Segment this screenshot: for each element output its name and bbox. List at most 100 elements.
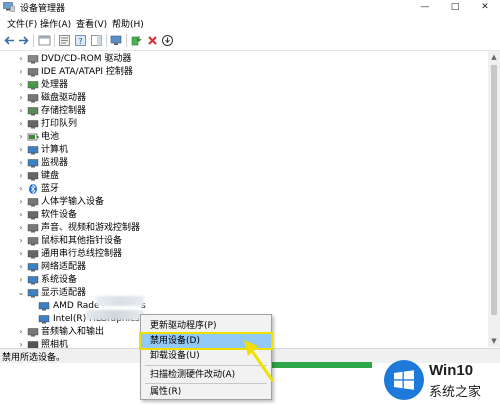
back-arrow-icon[interactable] xyxy=(3,34,16,47)
properties-icon[interactable] xyxy=(58,34,71,47)
device-label: 音频输入和输出 xyxy=(41,327,105,337)
device-label: IDE ATA/ATAPI 控制器 xyxy=(41,67,133,77)
tree-item-category[interactable]: › 软件设备 xyxy=(0,209,488,222)
chevron-right-icon[interactable]: › xyxy=(17,158,25,168)
tree-item-category[interactable]: › 电池 xyxy=(0,131,488,144)
chevron-right-icon[interactable]: › xyxy=(17,249,25,259)
tree-item-category[interactable]: › DVD/CD-ROM 驱动器 xyxy=(0,53,488,66)
chevron-right-icon[interactable]: › xyxy=(17,184,25,194)
maximize-button[interactable]: □ xyxy=(440,0,470,15)
processor-icon xyxy=(27,81,39,90)
tree-item-category[interactable]: › 鼠标和其他指针设备 xyxy=(0,235,488,248)
menu-action[interactable]: 操作(A) xyxy=(40,17,71,30)
device-label: 网络适配器 xyxy=(41,262,87,272)
computer-icon xyxy=(27,146,39,155)
device-label: 蓝牙 xyxy=(41,184,60,194)
tree-item-category[interactable]: › 处理器 xyxy=(0,79,488,92)
device-label: 处理器 xyxy=(41,80,69,90)
usb-icon xyxy=(27,250,39,259)
gpu-icon xyxy=(38,315,50,324)
chevron-right-icon[interactable]: › xyxy=(17,119,25,129)
ctx-properties[interactable]: 属性(R) xyxy=(141,385,271,399)
update-driver-icon[interactable] xyxy=(130,34,143,47)
vertical-scrollbar[interactable]: ▲ ▼ xyxy=(488,51,500,347)
scroll-down-icon[interactable]: ▼ xyxy=(488,335,500,347)
annotation-arrow-icon xyxy=(244,340,274,382)
minimize-button[interactable]: — xyxy=(410,0,440,15)
chevron-right-icon[interactable]: › xyxy=(17,275,25,285)
chevron-right-icon[interactable]: › xyxy=(17,171,25,181)
tree-item-category[interactable]: › 蓝牙 xyxy=(0,183,488,196)
tree-item-category[interactable]: › 通用串行总线控制器 xyxy=(0,248,488,261)
device-manager-icon xyxy=(3,2,15,12)
windows-logo-icon xyxy=(384,360,424,400)
chevron-right-icon[interactable]: › xyxy=(17,93,25,103)
network-adapter-icon xyxy=(27,263,39,272)
ide-controller-icon xyxy=(27,68,39,77)
chevron-right-icon[interactable]: › xyxy=(17,197,25,207)
enable-device-icon[interactable] xyxy=(161,34,174,47)
tree-item-category[interactable]: › 网络适配器 xyxy=(0,261,488,274)
show-hide-tree-icon[interactable] xyxy=(38,34,51,47)
tree-item-category[interactable]: › 存储控制器 xyxy=(0,105,488,118)
monitor-icon xyxy=(27,159,39,168)
uninstall-icon[interactable] xyxy=(146,34,159,47)
scroll-thumb[interactable] xyxy=(491,65,497,315)
device-label: DVD/CD-ROM 驱动器 xyxy=(41,54,132,64)
menu-help[interactable]: 帮助(H) xyxy=(112,17,144,30)
watermark-title: Win10 xyxy=(429,362,474,379)
watermark: Win10 系统之家 xyxy=(383,359,500,405)
chevron-right-icon[interactable]: › xyxy=(17,54,25,64)
chevron-right-icon[interactable]: › xyxy=(17,223,25,233)
toolbar: ? xyxy=(0,31,500,51)
close-button[interactable]: ✕ xyxy=(470,0,500,15)
tree-item-category[interactable]: › 人体学输入设备 xyxy=(0,196,488,209)
tree-item-category[interactable]: › 键盘 xyxy=(0,170,488,183)
software-device-icon xyxy=(27,211,39,220)
display-adapter-icon xyxy=(27,289,39,298)
tree-item-category[interactable]: › 声音、视频和游戏控制器 xyxy=(0,222,488,235)
forward-arrow-icon[interactable] xyxy=(17,34,30,47)
toolbar-separator xyxy=(106,34,107,47)
mouse-icon xyxy=(27,237,39,246)
device-label: 计算机 xyxy=(41,145,69,155)
tree-item-category[interactable]: › 系统设备 xyxy=(0,274,488,287)
title-bar: 设备管理器 — □ ✕ xyxy=(0,0,500,15)
menu-file[interactable]: 文件(F) xyxy=(7,17,37,30)
device-label: 键盘 xyxy=(41,171,60,181)
toolbar-separator xyxy=(126,34,127,47)
chevron-right-icon[interactable]: › xyxy=(17,80,25,90)
tree-item-category[interactable]: › IDE ATA/ATAPI 控制器 xyxy=(0,66,488,79)
chevron-down-icon[interactable]: ⌄ xyxy=(17,288,25,298)
chevron-right-icon[interactable]: › xyxy=(17,210,25,220)
ctx-update-driver[interactable]: 更新驱动程序(P) xyxy=(141,319,271,333)
help-icon[interactable]: ? xyxy=(74,34,87,47)
chevron-right-icon[interactable]: › xyxy=(17,106,25,116)
action-pane-icon[interactable] xyxy=(90,34,103,47)
tree-item-device[interactable]: AMD Rade s xyxy=(0,300,488,313)
svg-text:?: ? xyxy=(78,37,82,46)
device-label: 系统设备 xyxy=(41,275,78,285)
chevron-right-icon[interactable]: › xyxy=(17,327,25,337)
chevron-right-icon[interactable]: › xyxy=(17,67,25,77)
chevron-right-icon[interactable]: › xyxy=(17,145,25,155)
hid-icon xyxy=(27,198,39,207)
tree-item-category[interactable]: › 计算机 xyxy=(0,144,488,157)
menu-view[interactable]: 查看(V) xyxy=(76,17,107,30)
chevron-right-icon[interactable]: › xyxy=(17,132,25,142)
scroll-up-icon[interactable]: ▲ xyxy=(488,51,500,63)
tree-item-category[interactable]: › 磁盘驱动器 xyxy=(0,92,488,105)
chevron-right-icon[interactable]: › xyxy=(17,262,25,272)
gpu-icon xyxy=(38,302,50,311)
blurred-region xyxy=(96,296,144,306)
tree-item-category[interactable]: › 打印队列 xyxy=(0,118,488,131)
device-label: 打印队列 xyxy=(41,119,78,129)
device-tree: › DVD/CD-ROM 驱动器 › IDE ATA/ATAPI 控制器 › 处理器 › 磁盘… xyxy=(0,51,488,350)
sound-icon xyxy=(27,224,39,233)
keyboard-icon xyxy=(27,172,39,181)
tree-item-category[interactable]: › 监视器 xyxy=(0,157,488,170)
scan-hardware-icon[interactable] xyxy=(110,34,123,47)
tree-item-category[interactable]: ⌄ 显示适配器 xyxy=(0,287,488,300)
chevron-right-icon[interactable]: › xyxy=(17,236,25,246)
dvd-drive-icon xyxy=(27,55,39,64)
